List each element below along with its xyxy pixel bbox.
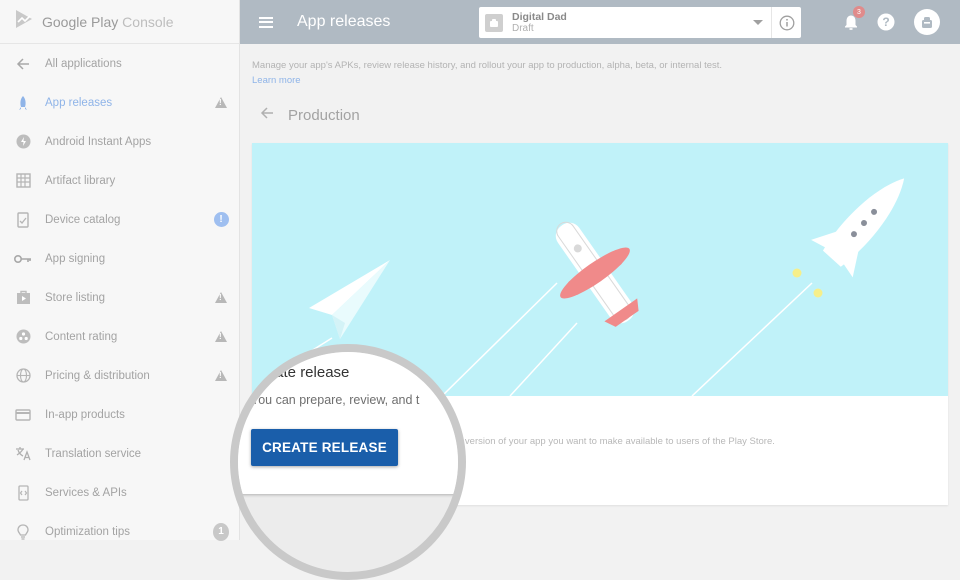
- create-release-title: Create release: [251, 364, 350, 381]
- intro-text: Manage your app's APKs, review release h…: [252, 58, 722, 88]
- warning-icon: [213, 290, 229, 306]
- sidebar-item-label: Pricing & distribution: [45, 369, 150, 382]
- sidebar-item-label: Content rating: [45, 330, 118, 343]
- api-icon: [14, 484, 32, 502]
- sidebar-item-label: Device catalog: [45, 213, 121, 226]
- app-thumbnail-icon: [485, 13, 503, 32]
- arrow-back-icon[interactable]: [260, 106, 274, 125]
- warning-icon: [213, 95, 229, 111]
- app-status: Draft: [512, 22, 534, 34]
- paper-plane-icon: [309, 260, 390, 339]
- sidebar-item-all-applications[interactable]: All applications: [0, 44, 239, 83]
- store-icon: [14, 289, 32, 307]
- sidebar-item-label: Android Instant Apps: [45, 135, 152, 148]
- help-icon[interactable]: ?: [875, 11, 897, 33]
- translate-icon: [14, 445, 32, 463]
- bulb-icon: [14, 523, 32, 541]
- sidebar-item-pricing-distribution[interactable]: Pricing & distribution: [0, 356, 239, 395]
- sidebar-item-services-apis[interactable]: Services & APIs: [0, 473, 239, 512]
- sidebar-item-app-releases[interactable]: App releases: [0, 83, 239, 122]
- sidebar: Google Play Console All applications App…: [0, 0, 240, 541]
- sidebar-item-android-instant-apps[interactable]: Android Instant Apps: [0, 122, 239, 161]
- chevron-down-icon[interactable]: [753, 20, 763, 25]
- airplane-icon: [555, 221, 639, 327]
- sidebar-item-label: Optimization tips: [45, 525, 131, 538]
- sidebar-item-in-app-products[interactable]: In-app products: [0, 395, 239, 434]
- brand[interactable]: Google Play Console: [0, 0, 239, 44]
- rating-icon: [14, 328, 32, 346]
- sidebar-item-store-listing[interactable]: Store listing: [0, 278, 239, 317]
- intro-description: Manage your app's APKs, review release h…: [252, 60, 723, 71]
- learn-more-link[interactable]: Learn more: [252, 73, 722, 88]
- arrow-back-icon: [14, 55, 32, 73]
- sidebar-item-label: App signing: [45, 252, 106, 265]
- avatar[interactable]: [914, 9, 940, 35]
- warning-icon: [213, 368, 229, 384]
- sidebar-item-optimization-tips[interactable]: Optimization tips 1: [0, 512, 239, 551]
- sidebar-item-content-rating[interactable]: Content rating: [0, 317, 239, 356]
- lens-card: Create release You can prepare, review, …: [238, 352, 458, 494]
- bell-icon[interactable]: 3: [840, 6, 865, 33]
- create-release-subtitle: You can prepare, review, and t: [251, 393, 420, 407]
- svg-text:?: ?: [882, 15, 889, 29]
- sidebar-item-label: Translation service: [45, 447, 142, 460]
- sidebar-item-artifact-library[interactable]: Artifact library: [0, 161, 239, 200]
- sidebar-item-label: All applications: [45, 57, 122, 70]
- sidebar-item-translation-service[interactable]: Translation service: [0, 434, 239, 473]
- app-name: Digital Dad: [512, 10, 567, 23]
- sidebar-item-app-signing[interactable]: App signing: [0, 239, 239, 278]
- rocket-illustration-icon: [811, 178, 905, 278]
- card-icon: [14, 406, 32, 424]
- create-release-button[interactable]: CREATE RELEASE: [251, 429, 398, 466]
- magnifier-lens: Create release You can prepare, review, …: [230, 344, 466, 580]
- grid-icon: [14, 172, 32, 190]
- card-description: e version of your app you want to make a…: [457, 436, 775, 447]
- sidebar-item-label: Services & APIs: [45, 486, 127, 499]
- sidebar-item-device-catalog[interactable]: Device catalog !: [0, 200, 239, 239]
- globe-icon: [14, 367, 32, 385]
- sidebar-item-label: Artifact library: [45, 174, 116, 187]
- top-bar: App releases Digital Dad Draft 3 ?: [240, 0, 960, 44]
- tips-count-badge: 1: [213, 522, 229, 541]
- menu-icon[interactable]: [259, 16, 273, 28]
- warning-icon: [213, 329, 229, 345]
- brand-text: Google Play Console: [42, 13, 174, 30]
- sidebar-item-label: Store listing: [45, 291, 106, 304]
- page-title: App releases: [297, 13, 391, 30]
- section-title: Production: [288, 107, 360, 124]
- info-icon[interactable]: [771, 7, 801, 38]
- info-badge: !: [213, 212, 229, 228]
- sidebar-item-label: App releases: [45, 96, 113, 109]
- rocket-icon: [14, 94, 32, 112]
- app-selector[interactable]: Digital Dad Draft: [479, 7, 801, 38]
- device-icon: [14, 211, 32, 229]
- play-console-logo-icon: [14, 9, 34, 34]
- notification-count-badge: 3: [853, 6, 865, 18]
- sidebar-item-label: In-app products: [45, 408, 125, 421]
- key-icon: [14, 250, 32, 268]
- lightning-icon: [14, 133, 32, 151]
- section-header: Production: [260, 106, 360, 125]
